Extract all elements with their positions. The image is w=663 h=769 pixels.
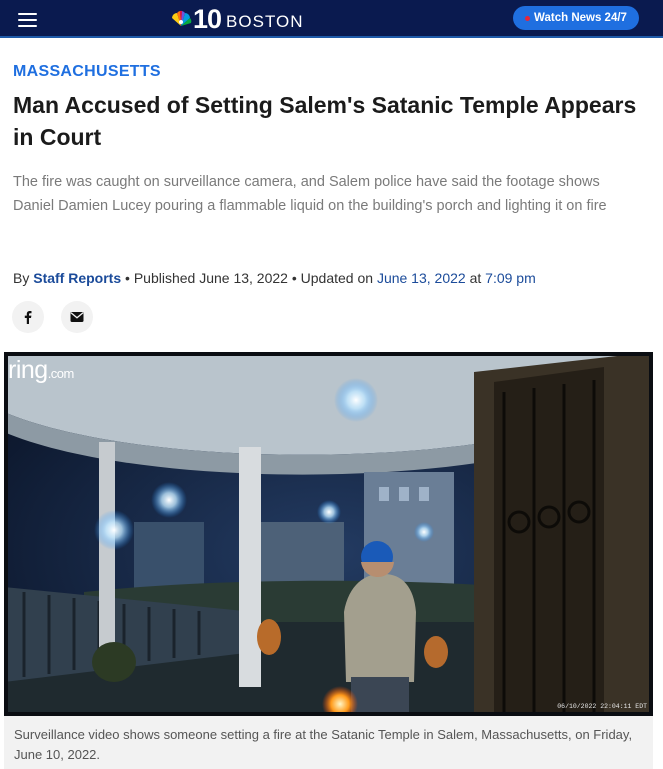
updated-at: at (469, 270, 482, 286)
ring-watermark-text: ring (8, 356, 48, 384)
ring-watermark: ring.com (8, 356, 74, 385)
updated-label: Updated on (300, 270, 374, 286)
article-hero-image[interactable]: ring.com 06/10/2022 22:04:11 EDT (4, 352, 653, 716)
article-dek: The fire was caught on surveillance came… (13, 174, 607, 214)
watch-live-label: Watch News 24/7 (534, 12, 627, 24)
byline-by: By (13, 270, 30, 286)
surveillance-footage (4, 352, 653, 716)
share-facebook-button[interactable] (12, 301, 44, 333)
byline-separator: • (125, 270, 130, 286)
site-logo[interactable]: 10 BOSTON (170, 5, 304, 33)
nbc-peacock-icon (172, 10, 192, 26)
menu-icon[interactable] (18, 13, 37, 27)
site-header: 10 BOSTON Watch News 24/7 (0, 0, 663, 38)
updated-date: June 13, 2022 (376, 270, 466, 286)
image-caption: Surveillance video shows someone setting… (4, 716, 653, 769)
share-email-button[interactable] (61, 301, 93, 333)
updated-time: 7:09 pm (485, 270, 536, 286)
facebook-icon (24, 311, 32, 324)
ring-watermark-suffix: .com (47, 366, 75, 381)
byline: By Staff Reports • Published June 13, 20… (13, 270, 536, 286)
watch-live-button[interactable]: Watch News 24/7 (513, 6, 639, 30)
email-icon (70, 312, 84, 322)
article-headline: Man Accused of Setting Salem's Satanic T… (13, 92, 637, 150)
logo-channel-number: 10 (193, 4, 222, 34)
section-label[interactable]: MASSACHUSETTS (13, 63, 161, 81)
live-dot-icon (525, 15, 531, 21)
logo-city-name: BOSTON (226, 11, 304, 31)
byline-author-link[interactable]: Staff Reports (33, 270, 121, 286)
byline-separator: • (291, 270, 297, 286)
published-date: Published June 13, 2022 (133, 270, 288, 286)
footage-timestamp: 06/10/2022 22:04:11 EDT (557, 703, 647, 710)
